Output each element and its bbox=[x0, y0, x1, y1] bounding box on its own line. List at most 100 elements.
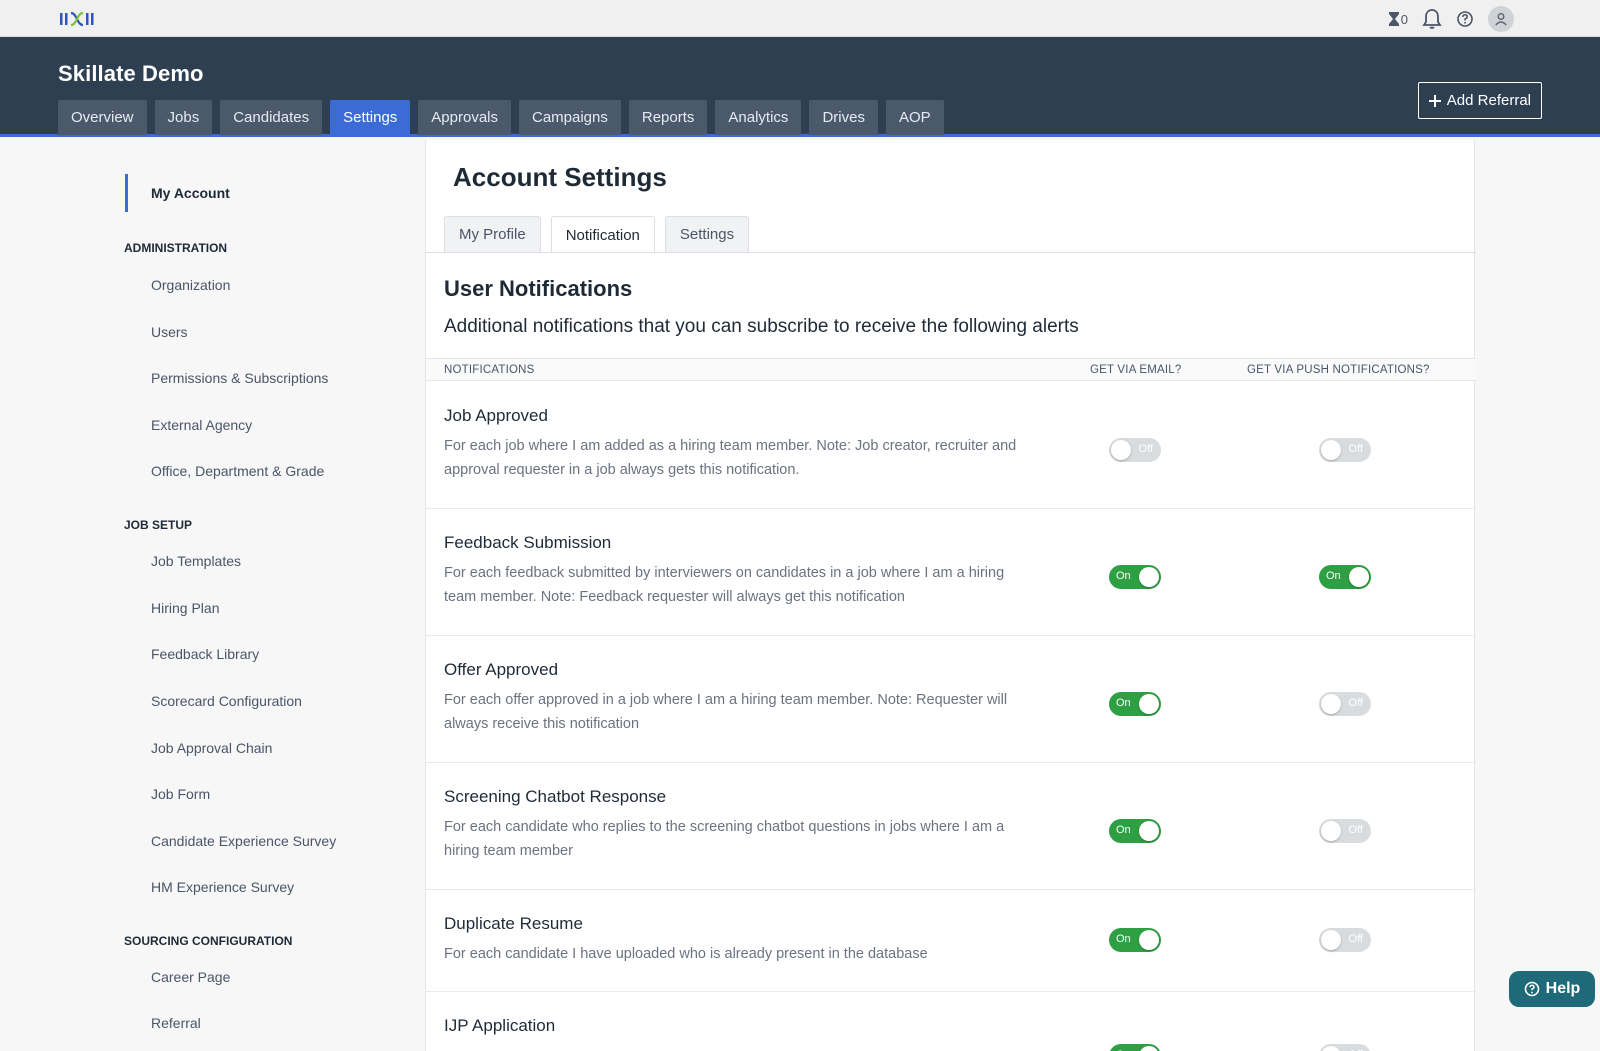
app-header: Skillate Demo Overview Jobs Candidates S… bbox=[0, 37, 1600, 137]
nav-tab-aop[interactable]: AOP bbox=[885, 100, 944, 135]
toggle-label: Off bbox=[1138, 443, 1153, 455]
sidebar-item-external-agency[interactable]: External Agency bbox=[151, 417, 252, 433]
toggle-knob bbox=[1139, 930, 1159, 950]
nav-tab-drives[interactable]: Drives bbox=[809, 100, 878, 135]
table-row: IJP Application On Off bbox=[426, 992, 1476, 1051]
hourglass-count: 0 bbox=[1400, 11, 1408, 27]
hourglass-indicator[interactable]: 0 bbox=[1387, 11, 1408, 27]
notification-title: Feedback Submission bbox=[444, 533, 612, 552]
toggle-knob bbox=[1139, 694, 1159, 714]
toggle-label: On bbox=[1116, 933, 1131, 945]
sidebar-item-organization[interactable]: Organization bbox=[151, 277, 230, 293]
notification-title: Screening Chatbot Response bbox=[444, 787, 667, 806]
toggle-label: Off bbox=[1348, 443, 1363, 455]
nav-tab-candidates[interactable]: Candidates bbox=[220, 100, 323, 135]
notifications-table-header: NOTIFICATIONS GET VIA EMAIL? GET VIA PUS… bbox=[426, 358, 1476, 381]
column-push: GET VIA PUSH NOTIFICATIONS? bbox=[1247, 364, 1430, 376]
notification-description: For each offer approved in a job where I… bbox=[444, 692, 1008, 732]
tab-divider bbox=[426, 252, 1476, 253]
sidebar-item-career-page[interactable]: Career Page bbox=[151, 969, 230, 985]
sidebar-item-permissions[interactable]: Permissions & Subscriptions bbox=[151, 370, 328, 386]
toggle-label: On bbox=[1116, 697, 1131, 709]
email-toggle[interactable]: On bbox=[1109, 565, 1161, 589]
toggle-knob bbox=[1139, 821, 1159, 841]
notification-title: IJP Application bbox=[444, 1016, 556, 1035]
help-menu-button[interactable] bbox=[1456, 10, 1474, 28]
email-toggle[interactable]: Off bbox=[1109, 438, 1161, 462]
toggle-label: On bbox=[1116, 570, 1131, 582]
add-referral-label: Add Referral bbox=[1446, 92, 1531, 109]
toggle-knob bbox=[1139, 567, 1159, 587]
toggle-label: On bbox=[1326, 570, 1341, 582]
page-title: Account Settings bbox=[453, 162, 667, 192]
push-toggle[interactable]: Off bbox=[1319, 819, 1371, 843]
question-circle-icon bbox=[1457, 11, 1473, 27]
push-toggle[interactable]: Off bbox=[1319, 1044, 1371, 1051]
push-toggle[interactable]: Off bbox=[1319, 438, 1371, 462]
email-toggle[interactable]: On bbox=[1109, 692, 1161, 716]
table-row: Screening Chatbot Response For each cand… bbox=[426, 763, 1476, 890]
add-referral-button[interactable]: Add Referral bbox=[1417, 82, 1542, 119]
notification-description: For each job where I am added as a hirin… bbox=[444, 438, 1017, 478]
nav-tab-reports[interactable]: Reports bbox=[628, 100, 708, 135]
hourglass-icon bbox=[1388, 12, 1399, 26]
top-utility-bar: 0 bbox=[0, 0, 1600, 37]
question-circle-icon bbox=[1524, 981, 1539, 997]
sidebar-heading-job-setup: JOB SETUP bbox=[124, 518, 193, 532]
email-toggle[interactable]: On bbox=[1109, 928, 1161, 952]
nav-tab-approvals[interactable]: Approvals bbox=[418, 100, 511, 135]
push-toggle[interactable]: On bbox=[1319, 565, 1371, 589]
notifications-button[interactable] bbox=[1422, 8, 1442, 30]
push-toggle[interactable]: Off bbox=[1319, 928, 1371, 952]
sidebar-item-office-department-grade[interactable]: Office, Department & Grade bbox=[151, 463, 324, 479]
tab-notification[interactable]: Notification bbox=[550, 216, 655, 253]
help-button[interactable]: Help bbox=[1509, 971, 1595, 1007]
help-label: Help bbox=[1545, 980, 1581, 997]
email-toggle[interactable]: On bbox=[1109, 819, 1161, 843]
table-row: Offer Approved For each offer approved i… bbox=[426, 636, 1476, 763]
nav-tab-settings[interactable]: Settings bbox=[330, 100, 411, 135]
user-icon bbox=[1495, 13, 1507, 26]
push-toggle[interactable]: Off bbox=[1319, 692, 1371, 716]
toggle-label: Off bbox=[1348, 933, 1363, 945]
sidebar-item-job-templates[interactable]: Job Templates bbox=[151, 553, 241, 569]
notification-title: Job Approved bbox=[444, 406, 548, 425]
table-row: Feedback Submission For each feedback su… bbox=[426, 509, 1476, 636]
sidebar-item-candidate-experience-survey[interactable]: Candidate Experience Survey bbox=[151, 833, 336, 849]
sidebar-item-job-form[interactable]: Job Form bbox=[151, 786, 210, 802]
sidebar-heading-administration: ADMINISTRATION bbox=[124, 241, 228, 255]
column-email: GET VIA EMAIL? bbox=[1090, 364, 1182, 376]
toggle-knob bbox=[1321, 930, 1341, 950]
toggle-label: Off bbox=[1348, 697, 1363, 709]
toggle-knob bbox=[1349, 567, 1369, 587]
sidebar-item-my-account[interactable]: My Account bbox=[125, 174, 230, 212]
section-description: Additional notifications that you can su… bbox=[444, 316, 1079, 337]
toggle-knob bbox=[1321, 1046, 1341, 1051]
nav-tab-jobs[interactable]: Jobs bbox=[154, 100, 213, 135]
nav-tab-campaigns[interactable]: Campaigns bbox=[519, 100, 621, 135]
toggle-knob bbox=[1139, 1046, 1159, 1051]
table-row: Job Approved For each job where I am add… bbox=[426, 382, 1476, 509]
app-title: Skillate Demo bbox=[58, 61, 204, 86]
nav-tab-analytics[interactable]: Analytics bbox=[715, 100, 802, 135]
plus-icon bbox=[1428, 94, 1441, 107]
bell-icon bbox=[1422, 9, 1442, 29]
toggle-knob bbox=[1321, 821, 1341, 841]
sidebar-item-hiring-plan[interactable]: Hiring Plan bbox=[151, 600, 219, 616]
avatar[interactable] bbox=[1488, 6, 1514, 32]
sidebar-item-referral[interactable]: Referral bbox=[151, 1015, 201, 1031]
notification-title: Duplicate Resume bbox=[444, 914, 583, 933]
nav-tab-overview[interactable]: Overview bbox=[58, 100, 147, 135]
sidebar-item-hm-experience-survey[interactable]: HM Experience Survey bbox=[151, 879, 294, 895]
notification-description: For each candidate I have uploaded who i… bbox=[444, 946, 928, 962]
sidebar-item-scorecard-configuration[interactable]: Scorecard Configuration bbox=[151, 693, 302, 709]
sidebar-item-feedback-library[interactable]: Feedback Library bbox=[151, 646, 259, 662]
email-toggle[interactable]: On bbox=[1109, 1044, 1161, 1051]
sidebar-item-users[interactable]: Users bbox=[151, 324, 188, 340]
tab-settings[interactable]: Settings bbox=[664, 216, 750, 252]
skillate-logo[interactable] bbox=[58, 9, 96, 29]
tab-my-profile[interactable]: My Profile bbox=[444, 216, 541, 252]
sidebar-item-job-approval-chain[interactable]: Job Approval Chain bbox=[151, 740, 272, 756]
toggle-label: Off bbox=[1348, 824, 1363, 836]
sidebar-heading-sourcing-configuration: SOURCING CONFIGURATION bbox=[124, 934, 293, 948]
